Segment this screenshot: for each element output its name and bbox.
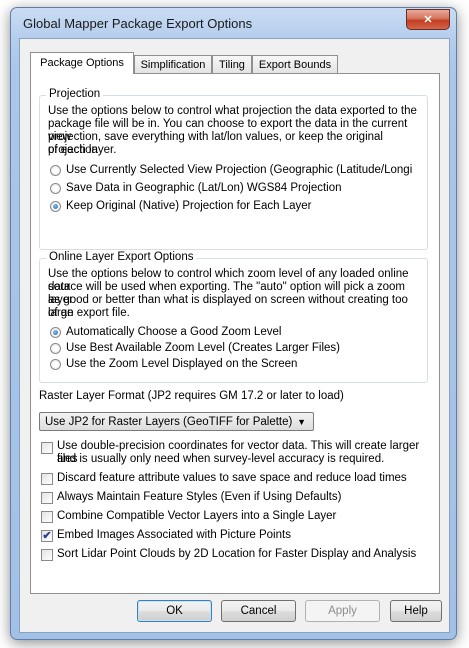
online-layer-group: Online Layer Export Options Use the opti… <box>39 251 428 383</box>
radio-best-zoom-label[interactable]: Use Best Available Zoom Level (Creates L… <box>66 342 340 355</box>
checkbox-combine-layers-label[interactable]: Combine Compatible Vector Layers into a … <box>57 510 336 523</box>
dialog-window: Global Mapper Package Export Options ✕ P… <box>10 7 457 640</box>
close-icon: ✕ <box>423 14 433 26</box>
chevron-down-icon: ▼ <box>297 417 306 427</box>
window-title: Global Mapper Package Export Options <box>23 16 253 31</box>
online-layer-description-line: of an export file. <box>48 307 130 319</box>
checkbox-double-precision[interactable] <box>41 442 53 454</box>
projection-group: Projection Use the options below to cont… <box>39 88 428 250</box>
tab-label: Simplification <box>140 59 206 71</box>
dialog-client-area: Package Options Simplification Tiling Ex… <box>19 38 450 633</box>
ok-button[interactable]: OK <box>137 600 212 622</box>
radio-native-projection-label[interactable]: Keep Original (Native) Projection for Ea… <box>66 200 311 213</box>
checkmark-icon: ✔ <box>42 530 52 542</box>
tab-tiling[interactable]: Tiling <box>212 55 252 73</box>
checkbox-discard-attributes-label[interactable]: Discard feature attribute values to save… <box>57 472 407 485</box>
help-button[interactable]: Help <box>390 600 442 622</box>
radio-screen-zoom[interactable] <box>50 359 61 370</box>
projection-description-line: of each layer. <box>48 144 117 156</box>
checkbox-discard-attributes[interactable] <box>41 473 53 485</box>
tab-label: Package Options <box>40 57 124 69</box>
raster-format-label: Raster Layer Format (JP2 requires GM 17.… <box>39 390 344 402</box>
radio-screen-zoom-label[interactable]: Use the Zoom Level Displayed on the Scre… <box>66 358 297 371</box>
radio-wgs84-projection[interactable] <box>50 183 61 194</box>
title-bar[interactable]: Global Mapper Package Export Options ✕ <box>11 8 456 38</box>
checkbox-sort-lidar-label[interactable]: Sort Lidar Point Clouds by 2D Location f… <box>57 548 416 561</box>
tab-export-bounds[interactable]: Export Bounds <box>252 55 338 73</box>
radio-native-projection[interactable] <box>50 201 61 212</box>
checkbox-embed-images[interactable]: ✔ <box>41 530 53 542</box>
radio-best-zoom[interactable] <box>50 343 61 354</box>
tab-label: Tiling <box>219 59 245 71</box>
tab-package-options[interactable]: Package Options <box>30 52 134 74</box>
projection-description-line: Use the options below to control what pr… <box>48 105 417 117</box>
radio-view-projection[interactable] <box>50 165 61 176</box>
radio-auto-zoom-label[interactable]: Automatically Choose a Good Zoom Level <box>66 326 281 339</box>
apply-button[interactable]: Apply <box>305 600 380 622</box>
tab-simplification[interactable]: Simplification <box>134 55 212 73</box>
radio-view-projection-label[interactable]: Use Currently Selected View Projection (… <box>66 164 412 177</box>
close-button[interactable]: ✕ <box>406 9 450 30</box>
checkbox-maintain-styles[interactable] <box>41 492 53 504</box>
checkbox-sort-lidar[interactable] <box>41 549 53 561</box>
tab-label: Export Bounds <box>258 59 332 71</box>
cancel-button[interactable]: Cancel <box>221 600 296 622</box>
raster-format-select[interactable]: Use JP2 for Raster Layers (GeoTIFF for P… <box>39 412 314 431</box>
raster-format-value: Use JP2 for Raster Layers (GeoTIFF for P… <box>45 416 293 428</box>
projection-legend: Projection <box>46 88 104 100</box>
checkbox-maintain-styles-label[interactable]: Always Maintain Feature Styles (Even if … <box>57 491 341 504</box>
checkbox-combine-layers[interactable] <box>41 511 53 523</box>
package-options-panel: Projection Use the options below to cont… <box>30 73 440 594</box>
checkbox-embed-images-label[interactable]: Embed Images Associated with Picture Poi… <box>57 529 291 542</box>
radio-wgs84-projection-label[interactable]: Save Data in Geographic (Lat/Lon) WGS84 … <box>66 182 342 195</box>
checkbox-double-precision-label[interactable]: and is usually only need when survey-lev… <box>57 453 384 466</box>
online-layer-legend: Online Layer Export Options <box>46 251 197 263</box>
radio-auto-zoom[interactable] <box>50 327 61 338</box>
